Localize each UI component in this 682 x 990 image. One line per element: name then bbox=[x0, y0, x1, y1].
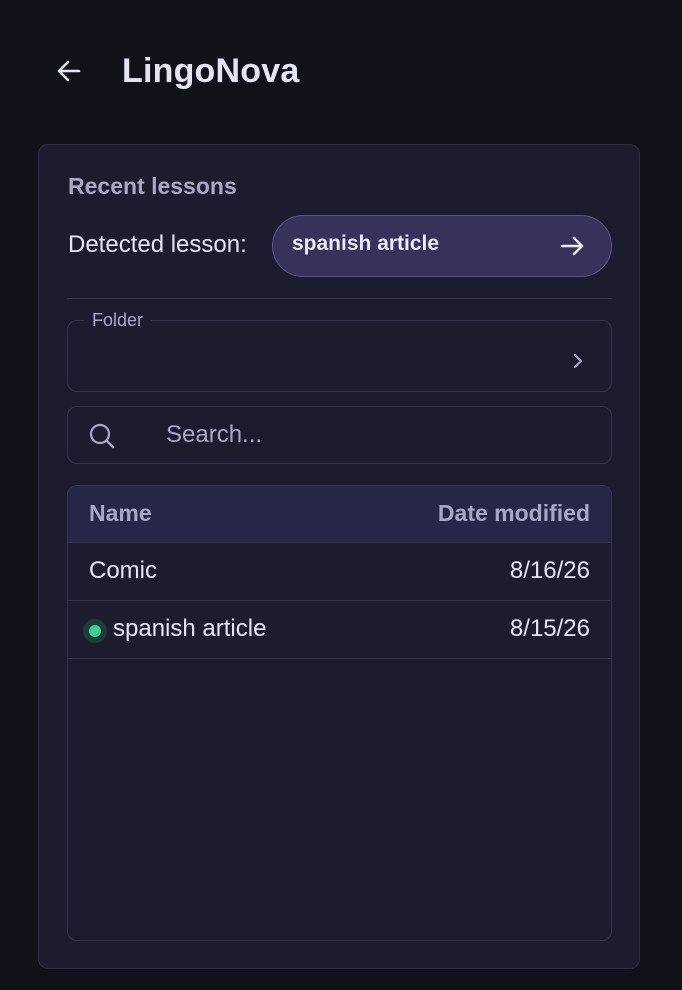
row-name: Comic bbox=[89, 557, 158, 584]
column-header-name[interactable]: Name bbox=[89, 500, 152, 527]
row-name: spanish article bbox=[113, 615, 267, 642]
arrow-left-icon bbox=[57, 60, 81, 82]
table-header: Name Date modified bbox=[68, 486, 611, 543]
arrow-right-icon bbox=[560, 236, 584, 256]
panel-title: Recent lessons bbox=[68, 173, 237, 199]
folder-select[interactable]: Folder bbox=[67, 309, 612, 392]
lessons-table: Name Date modified Comic 8/16/26 spanish… bbox=[67, 485, 612, 941]
search-icon bbox=[89, 423, 115, 449]
divider bbox=[67, 298, 612, 299]
detected-lesson-name: spanish article bbox=[292, 232, 440, 255]
table-row[interactable]: spanish article 8/15/26 bbox=[68, 601, 611, 659]
row-date: 8/16/26 bbox=[509, 557, 590, 584]
chevron-right-icon bbox=[574, 354, 582, 368]
row-date: 8/15/26 bbox=[509, 615, 590, 642]
column-header-date-modified[interactable]: Date modified bbox=[438, 500, 590, 527]
active-status-dot bbox=[83, 619, 107, 643]
back-button[interactable] bbox=[50, 52, 88, 90]
detected-lesson-label: Detected lesson: bbox=[68, 231, 247, 258]
app-header: LingoNova bbox=[0, 0, 682, 140]
search-box bbox=[67, 406, 612, 464]
table-row[interactable]: Comic 8/16/26 bbox=[68, 543, 611, 601]
folder-label: Folder bbox=[84, 309, 152, 331]
app-title: LingoNova bbox=[122, 52, 300, 90]
detected-lesson-button[interactable]: spanish article bbox=[272, 215, 612, 277]
search-input[interactable] bbox=[164, 413, 584, 457]
recent-lessons-panel: Recent lessons Detected lesson: spanish … bbox=[38, 144, 640, 969]
